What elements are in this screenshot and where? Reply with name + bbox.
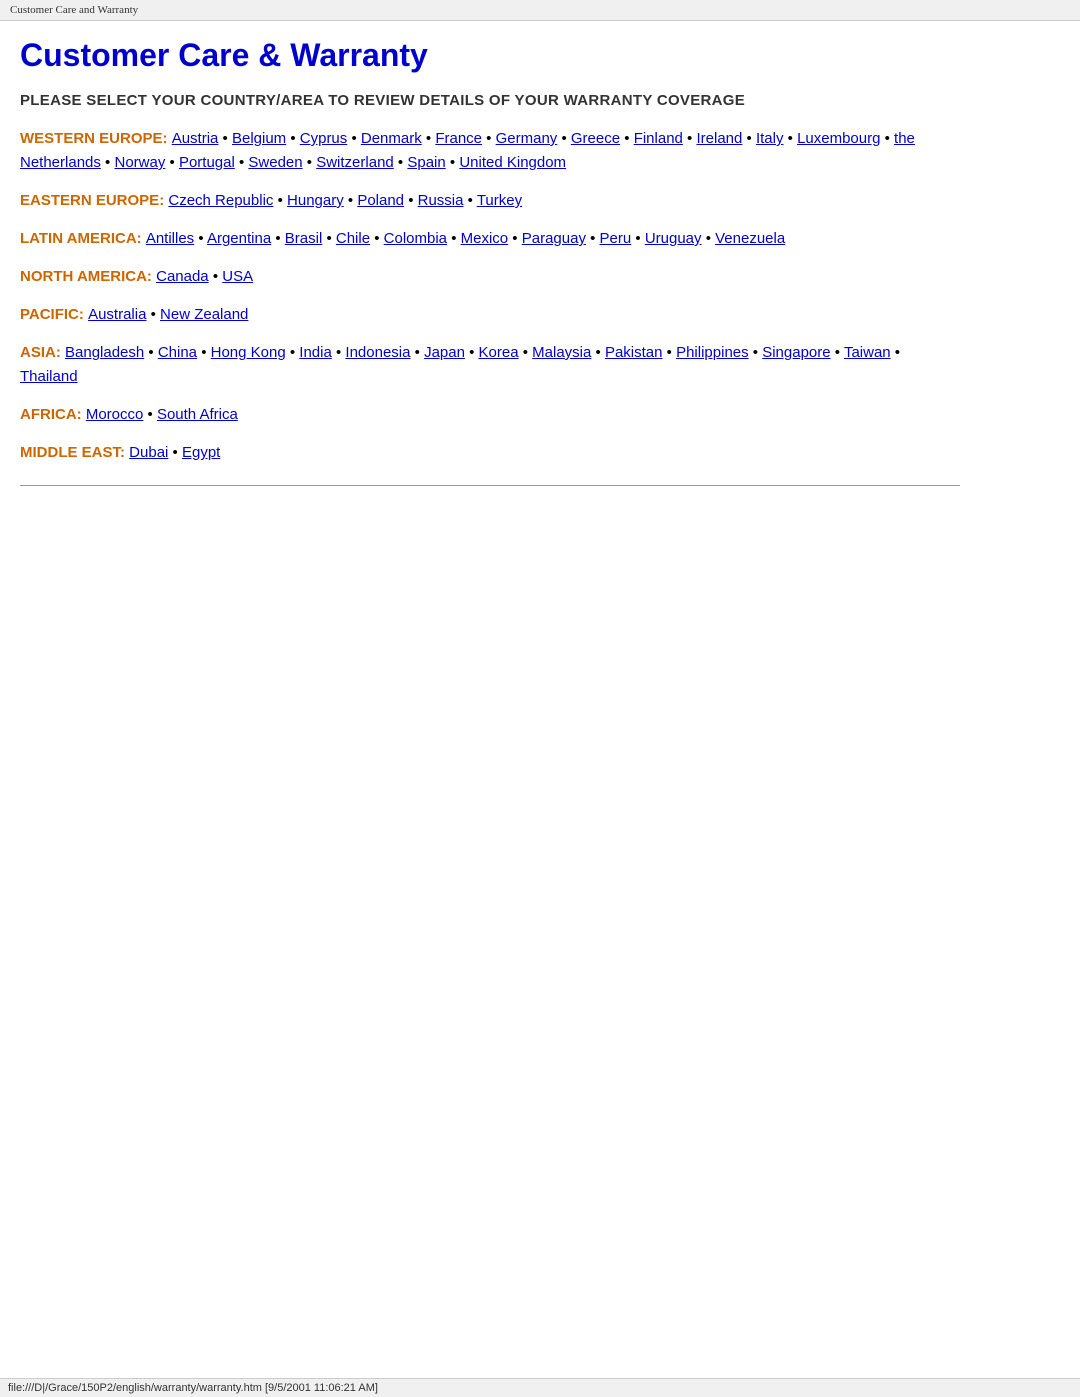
country-link-malaysia[interactable]: Malaysia (532, 344, 591, 361)
status-bar: file:///D|/Grace/150P2/english/warranty/… (0, 1378, 1080, 1397)
country-link-china[interactable]: China (158, 344, 197, 361)
country-link-chile[interactable]: Chile (336, 230, 370, 247)
country-link-norway[interactable]: Norway (114, 154, 165, 171)
country-link-greece[interactable]: Greece (571, 130, 620, 147)
country-link-brasil[interactable]: Brasil (285, 230, 323, 247)
page-subtitle: PLEASE SELECT YOUR COUNTRY/AREA TO REVIE… (20, 92, 960, 109)
country-link-canada[interactable]: Canada (156, 268, 209, 285)
country-link-switzerland[interactable]: Switzerland (316, 154, 394, 171)
region-label-asia: ASIA: (20, 344, 65, 361)
region-north-america: NORTH AMERICA: Canada • USA (20, 265, 960, 289)
page-title: Customer Care & Warranty (20, 37, 960, 74)
country-link-spain[interactable]: Spain (407, 154, 445, 171)
country-link-south-africa[interactable]: South Africa (157, 406, 238, 423)
region-label-middle-east: MIDDLE EAST: (20, 444, 129, 461)
country-link-sweden[interactable]: Sweden (248, 154, 302, 171)
region-label-eastern-europe: EASTERN EUROPE: (20, 192, 168, 209)
country-link-korea[interactable]: Korea (479, 344, 519, 361)
country-link-thailand[interactable]: Thailand (20, 368, 78, 385)
country-link-portugal[interactable]: Portugal (179, 154, 235, 171)
country-link-philippines[interactable]: Philippines (676, 344, 749, 361)
main-content: Customer Care & Warranty PLEASE SELECT Y… (0, 21, 980, 546)
browser-tab-label: Customer Care and Warranty (10, 4, 138, 16)
region-asia: ASIA: Bangladesh • China • Hong Kong • I… (20, 341, 960, 389)
country-link-hungary[interactable]: Hungary (287, 192, 344, 209)
region-pacific: PACIFIC: Australia • New Zealand (20, 303, 960, 327)
country-link-morocco[interactable]: Morocco (86, 406, 144, 423)
country-link-pakistan[interactable]: Pakistan (605, 344, 663, 361)
country-link-usa[interactable]: USA (222, 268, 253, 285)
separator (20, 485, 960, 486)
country-link-uruguay[interactable]: Uruguay (645, 230, 702, 247)
region-label-latin-america: LATIN AMERICA: (20, 230, 146, 247)
country-link-germany[interactable]: Germany (496, 130, 558, 147)
country-link-united-kingdom[interactable]: United Kingdom (459, 154, 566, 171)
country-link-taiwan[interactable]: Taiwan (844, 344, 891, 361)
country-link-luxembourg[interactable]: Luxembourg (797, 130, 880, 147)
country-link-egypt[interactable]: Egypt (182, 444, 220, 461)
country-link-austria[interactable]: Austria (172, 130, 219, 147)
country-link-denmark[interactable]: Denmark (361, 130, 422, 147)
region-label-africa: AFRICA: (20, 406, 86, 423)
country-link-india[interactable]: India (299, 344, 332, 361)
country-link-belgium[interactable]: Belgium (232, 130, 286, 147)
region-middle-east: MIDDLE EAST: Dubai • Egypt (20, 441, 960, 465)
country-link-peru[interactable]: Peru (600, 230, 632, 247)
country-link-antilles[interactable]: Antilles (146, 230, 194, 247)
region-label-western-europe: WESTERN EUROPE: (20, 130, 172, 147)
country-link-indonesia[interactable]: Indonesia (345, 344, 410, 361)
country-link-dubai[interactable]: Dubai (129, 444, 168, 461)
country-link-france[interactable]: France (435, 130, 482, 147)
country-link-ireland[interactable]: Ireland (696, 130, 742, 147)
region-africa: AFRICA: Morocco • South Africa (20, 403, 960, 427)
country-link-singapore[interactable]: Singapore (762, 344, 830, 361)
country-link-czech-republic[interactable]: Czech Republic (168, 192, 273, 209)
country-link-japan[interactable]: Japan (424, 344, 465, 361)
country-link-russia[interactable]: Russia (418, 192, 464, 209)
country-link-italy[interactable]: Italy (756, 130, 784, 147)
country-link-bangladesh[interactable]: Bangladesh (65, 344, 144, 361)
country-link-new-zealand[interactable]: New Zealand (160, 306, 248, 323)
region-eastern-europe: EASTERN EUROPE: Czech Republic • Hungary… (20, 189, 960, 213)
country-link-hong-kong[interactable]: Hong Kong (211, 344, 286, 361)
region-label-north-america: NORTH AMERICA: (20, 268, 156, 285)
country-link-argentina[interactable]: Argentina (207, 230, 271, 247)
country-link-australia[interactable]: Australia (88, 306, 146, 323)
country-link-colombia[interactable]: Colombia (384, 230, 447, 247)
country-link-cyprus[interactable]: Cyprus (300, 130, 348, 147)
browser-tab: Customer Care and Warranty (0, 0, 1080, 21)
region-western-europe: WESTERN EUROPE: Austria • Belgium • Cypr… (20, 127, 960, 175)
country-link-paraguay[interactable]: Paraguay (522, 230, 586, 247)
country-link-turkey[interactable]: Turkey (477, 192, 522, 209)
status-bar-text: file:///D|/Grace/150P2/english/warranty/… (8, 1382, 378, 1394)
region-label-pacific: PACIFIC: (20, 306, 88, 323)
region-latin-america: LATIN AMERICA: Antilles • Argentina • Br… (20, 227, 960, 251)
country-link-finland[interactable]: Finland (634, 130, 683, 147)
country-link-poland[interactable]: Poland (357, 192, 404, 209)
country-link-venezuela[interactable]: Venezuela (715, 230, 785, 247)
regions-container: WESTERN EUROPE: Austria • Belgium • Cypr… (20, 127, 960, 465)
country-link-mexico[interactable]: Mexico (461, 230, 509, 247)
